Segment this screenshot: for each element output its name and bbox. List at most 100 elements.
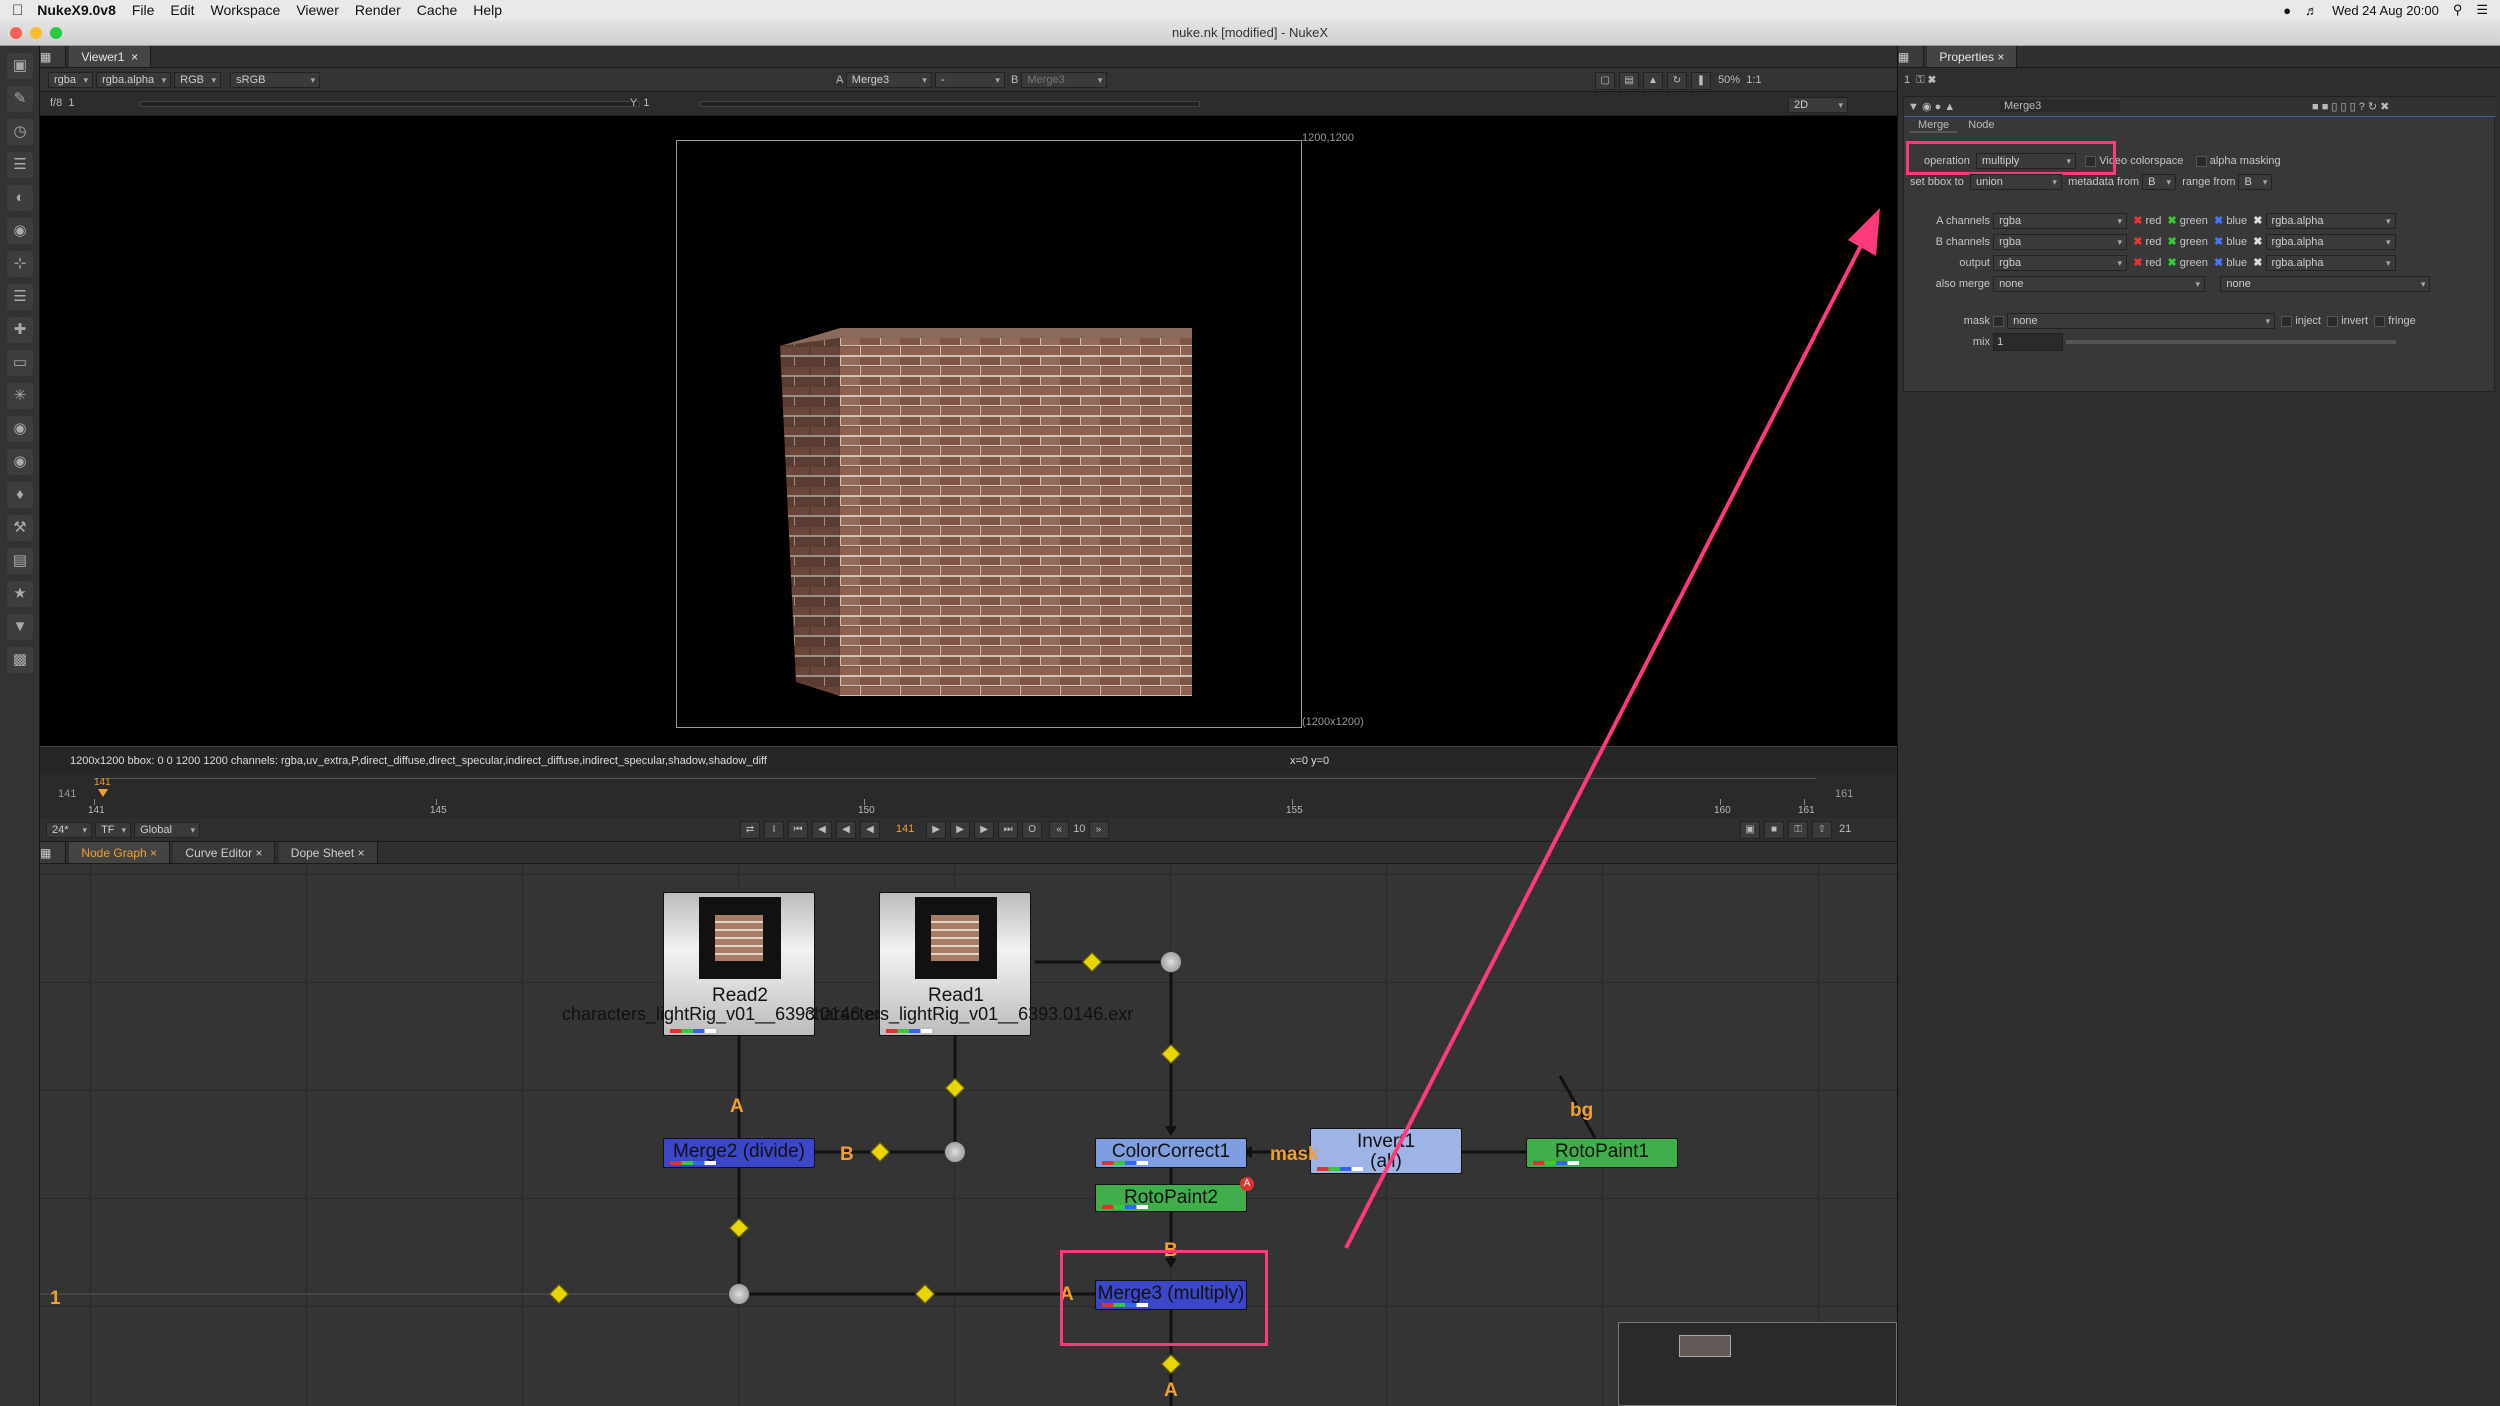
clock[interactable]: Wed 24 Aug 20:00 [2332, 3, 2439, 18]
lut-dropdown[interactable]: sRGB [230, 72, 321, 88]
collapse-icon[interactable]: ▼ ◉ ● ▲ [1908, 100, 1955, 113]
3d-tools-icon[interactable]: ▭ [7, 350, 33, 376]
mix-field[interactable]: 1 [1993, 333, 2064, 351]
image-tools-icon[interactable]: ▣ [7, 53, 33, 79]
fringe-checkbox[interactable] [2374, 315, 2386, 327]
gain-slider[interactable] [140, 101, 640, 107]
gain-value[interactable]: 1 [68, 97, 74, 109]
menu-viewer[interactable]: Viewer [296, 2, 339, 18]
output-dropdown[interactable]: rgba [1993, 255, 2128, 271]
tab-node-graph[interactable]: Node Graph × [69, 842, 171, 863]
node-name-field[interactable]: Merge3 [2000, 100, 2120, 112]
node-colorcorrect1[interactable]: ColorCorrect1 [1095, 1138, 1247, 1168]
last-frame-icon[interactable]: ⏭ [998, 821, 1019, 839]
alpha-dropdown[interactable]: rgba.alpha [96, 72, 172, 88]
dot-node[interactable] [1160, 951, 1182, 973]
apple-icon[interactable]:  [12, 2, 23, 19]
close-window-button[interactable] [10, 27, 22, 39]
frame-step-field[interactable]: 10 [1073, 823, 1085, 835]
input-a-dropdown[interactable]: Merge3 [845, 72, 932, 88]
current-frame-field[interactable]: 141 [887, 823, 923, 835]
also-merge-dropdown-2[interactable]: none [2220, 276, 2431, 292]
input-b-dropdown[interactable]: Merge3 [1021, 72, 1108, 88]
menu-file[interactable]: File [132, 2, 155, 18]
fstop-label[interactable]: f/8 [50, 97, 62, 109]
blue-checkbox[interactable]: ✖ [2214, 215, 2223, 227]
transform-tools-icon[interactable]: ✚ [7, 317, 33, 343]
blue-checkbox[interactable]: ✖ [2214, 257, 2223, 269]
graph-panel-menu-icon[interactable]: ▦ [40, 842, 66, 863]
other-tools-icon[interactable]: ▤ [7, 548, 33, 574]
app-name[interactable]: NukeX9.0v8 [37, 2, 116, 18]
invert-checkbox[interactable] [2327, 315, 2339, 327]
keyer-tools-icon[interactable]: ⊹ [7, 251, 33, 277]
a-alpha-dropdown[interactable]: rgba.alpha [2265, 213, 2396, 229]
alpha-checkbox[interactable]: ✖ [2253, 215, 2262, 227]
roi-icon[interactable]: ▢ [1595, 72, 1615, 90]
minimize-window-button[interactable] [30, 27, 42, 39]
overlay-icon[interactable]: ▤ [1619, 72, 1639, 90]
node-color-icon[interactable]: ■ ■ ▯ ▯ ▯ ? ↻ ✖ [2312, 100, 2389, 113]
next-frame-icon[interactable]: ▶ [950, 821, 971, 839]
blue-checkbox[interactable]: ✖ [2214, 236, 2223, 248]
fps-dropdown[interactable]: 24* [46, 822, 92, 838]
alpha-checkbox[interactable]: ✖ [2253, 257, 2262, 269]
dot-node[interactable] [728, 1283, 750, 1305]
subtab-merge[interactable]: Merge [1910, 119, 1958, 133]
also-merge-dropdown[interactable]: none [1993, 276, 2206, 292]
node-merge2[interactable]: Merge2 (divide) [663, 1138, 815, 1168]
mix-slider[interactable] [2066, 340, 2397, 345]
menu-help[interactable]: Help [473, 2, 502, 18]
merge-tools-icon[interactable]: ☰ [7, 284, 33, 310]
gamma-slider[interactable] [700, 101, 1200, 107]
ocula-tools-icon[interactable]: ▩ [7, 647, 33, 673]
notifications-icon[interactable]: ☰ [2476, 2, 2488, 18]
clip-warning-icon[interactable]: ▲ [1643, 72, 1663, 90]
mask-checkbox[interactable] [1993, 315, 2005, 327]
wipe-dropdown[interactable]: - [934, 72, 1005, 88]
a-channels-dropdown[interactable]: rgba [1993, 213, 2128, 229]
first-frame-icon[interactable]: ⏮ [788, 821, 808, 839]
output-alpha-dropdown[interactable]: rgba.alpha [2265, 255, 2396, 271]
range-scope-dropdown[interactable]: Global [134, 822, 201, 838]
graph-minimap[interactable] [1618, 1322, 1897, 1406]
node-rotopaint2[interactable]: RotoPaint2 A [1095, 1177, 1254, 1212]
properties-panel-menu-icon[interactable]: ▦ [1898, 46, 1924, 67]
menu-workspace[interactable]: Workspace [211, 2, 281, 18]
current-frame-marker[interactable]: 141 [94, 777, 111, 788]
bbox-dropdown[interactable]: union [1969, 174, 2062, 190]
ratio-label[interactable]: 1:1 [1746, 74, 1761, 86]
views-tools-icon[interactable]: ◉ [7, 449, 33, 475]
play-backward-icon[interactable]: ◀ [860, 821, 880, 839]
deep-tools-icon[interactable]: ◉ [7, 416, 33, 442]
b-channels-dropdown[interactable]: rgba [1993, 234, 2128, 250]
gamma-value[interactable]: 1 [643, 97, 649, 109]
color-tools-icon[interactable]: ◐ [7, 185, 33, 211]
zoom-label[interactable]: 50% [1718, 74, 1740, 86]
timeline-start-field[interactable]: 141 [58, 788, 76, 800]
green-checkbox[interactable]: ✖ [2168, 215, 2177, 227]
tab-dope-sheet[interactable]: Dope Sheet × [278, 842, 378, 863]
menu-edit[interactable]: Edit [170, 2, 194, 18]
green-checkbox[interactable]: ✖ [2168, 257, 2177, 269]
minimap-viewport[interactable] [1679, 1335, 1731, 1357]
filter-tools-icon[interactable]: ◉ [7, 218, 33, 244]
channel-tools-icon[interactable]: ☰ [7, 152, 33, 178]
red-checkbox[interactable]: ✖ [2133, 257, 2142, 269]
prev-keyframe-icon[interactable]: ◀ [812, 821, 832, 839]
particles-tools-icon[interactable]: ✳ [7, 383, 33, 409]
prev-frame-icon[interactable]: ◀ [836, 821, 856, 839]
cara-tools-icon[interactable]: ▼ [7, 614, 33, 640]
menu-render[interactable]: Render [355, 2, 401, 18]
max-panels-field[interactable]: 1 [1904, 74, 1910, 86]
in-point-icon[interactable]: I [764, 821, 784, 839]
subtab-node[interactable]: Node [1960, 119, 2002, 131]
wifi-icon[interactable]: ● [2283, 3, 2291, 18]
alpha-masking-checkbox[interactable] [2195, 155, 2207, 167]
playback-mode-icon[interactable]: ⇄ [740, 821, 760, 839]
viewer-mode-dropdown[interactable]: 2D [1788, 97, 1848, 113]
tf-dropdown[interactable]: TF [95, 822, 132, 838]
time-tools-icon[interactable]: ◷ [7, 119, 33, 145]
next-keyframe-icon[interactable]: ▶ [974, 821, 995, 839]
lock-panels-icon[interactable]: ⚿ [1916, 74, 1924, 86]
